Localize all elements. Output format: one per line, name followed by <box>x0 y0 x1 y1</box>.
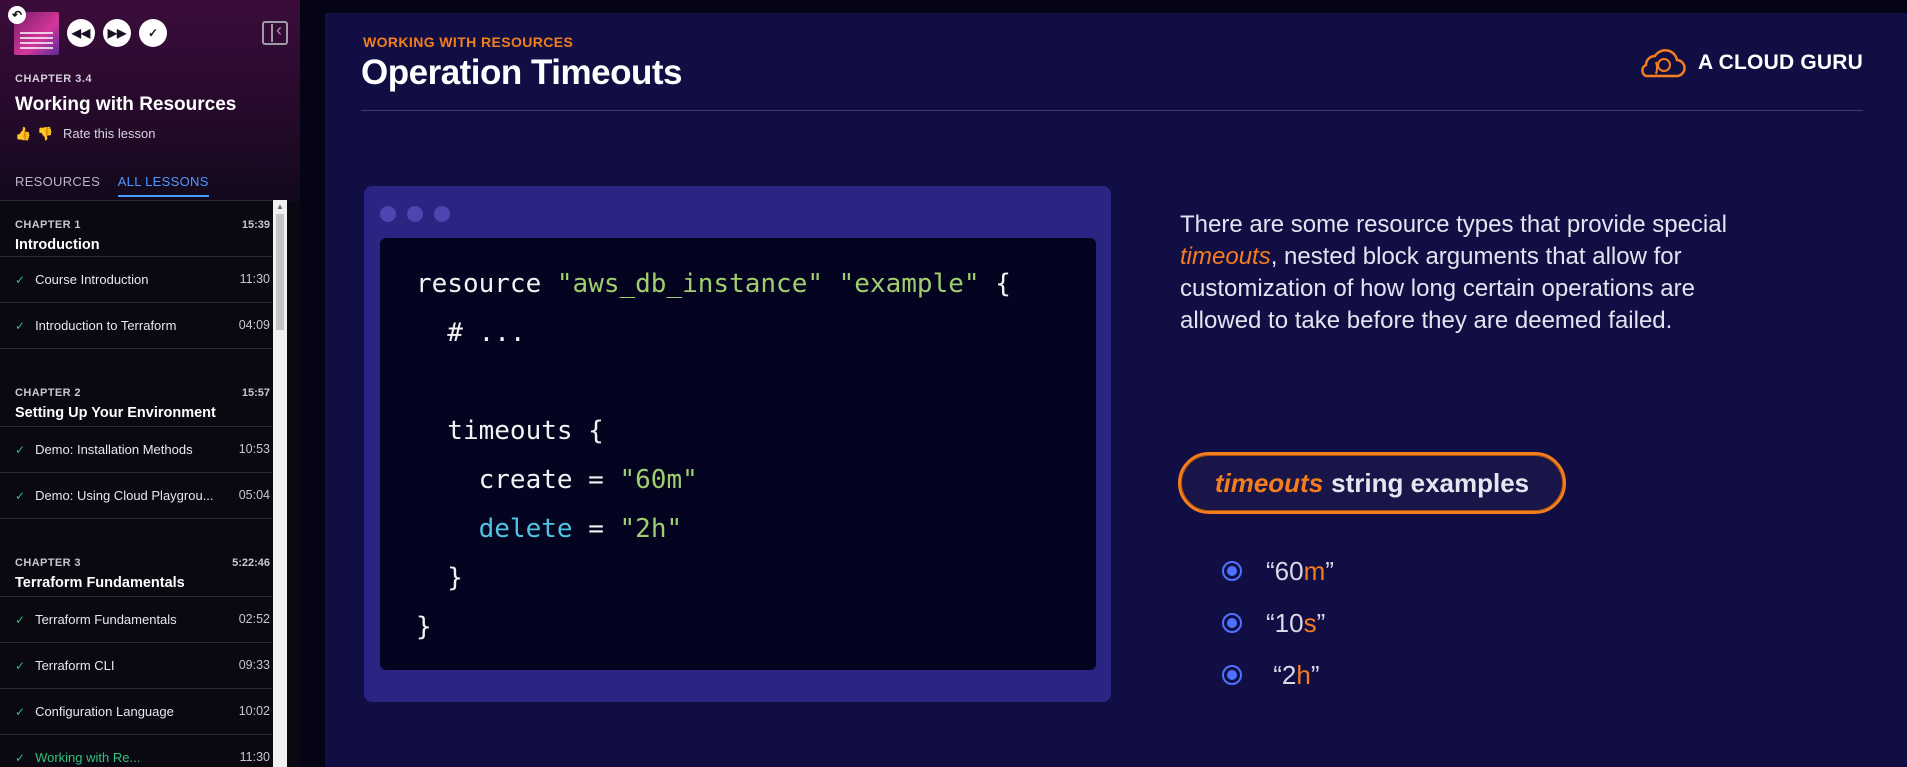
sidebar-header: ↶ ◀◀ ▶▶ ✓ CHAPTER 3.4 Working with Resou… <box>0 0 300 202</box>
completed-check-icon: ✓ <box>15 705 26 719</box>
code-block: resource "aws_db_instance" "example" { #… <box>380 238 1096 670</box>
bullet-icon <box>1222 665 1242 685</box>
course-sidebar: ↶ ◀◀ ▶▶ ✓ CHAPTER 3.4 Working with Resou… <box>0 0 300 767</box>
example-item: “60 m” <box>1222 545 1334 597</box>
window-dot <box>407 206 423 222</box>
examples-list: “60 m” “10 s” “2 h” <box>1222 545 1334 701</box>
completed-check-icon: ✓ <box>15 613 26 627</box>
completed-check-icon: ✓ <box>15 659 26 673</box>
brand-logo: A CLOUD GURU <box>1634 43 1863 83</box>
lesson-duration: 11:30 <box>239 272 270 286</box>
bullet-icon <box>1222 613 1242 633</box>
rewind-button[interactable]: ◀◀ <box>67 19 95 47</box>
completed-check-icon: ✓ <box>15 319 26 333</box>
slide-title: Operation Timeouts <box>361 53 682 92</box>
tab-all-lessons[interactable]: ALL LESSONS <box>117 174 209 197</box>
lesson-duration: 10:02 <box>238 704 270 718</box>
video-slide[interactable]: WORKING WITH RESOURCES Operation Timeout… <box>325 13 1907 767</box>
scroll-up-icon[interactable]: ▲ <box>276 202 284 211</box>
chapter-name: Terraform Fundamentals <box>15 575 185 591</box>
sidebar-tabs: RESOURCES ALL LESSONS <box>15 174 223 197</box>
code-line: create = "60m" <box>416 465 698 495</box>
slide-eyebrow: WORKING WITH RESOURCES <box>363 34 574 50</box>
example-item: “2 h” <box>1222 649 1334 701</box>
code-line: # ... <box>416 318 526 348</box>
lesson-title: Working with Re... <box>35 750 141 765</box>
chapter-header[interactable]: CHAPTER 2 15:57 Setting Up Your Environm… <box>0 377 272 427</box>
lesson-title: Terraform Fundamentals <box>35 612 177 627</box>
bullet-icon <box>1222 561 1242 581</box>
lesson-item[interactable]: ✓ Demo: Installation Methods 10:53 <box>0 427 272 473</box>
code-line: resource "aws_db_instance" "example" { <box>416 269 1011 299</box>
code-window: resource "aws_db_instance" "example" { #… <box>364 186 1111 702</box>
code-line: delete = "2h" <box>478 514 683 544</box>
thumbs-down-icon[interactable]: 👎 <box>37 126 53 142</box>
rate-lesson-label: Rate this lesson <box>63 126 156 141</box>
lesson-list: CHAPTER 1 15:39 Introduction ✓ Course Int… <box>0 200 272 767</box>
fast-forward-button[interactable]: ▶▶ <box>103 19 131 47</box>
lesson-title: Configuration Language <box>35 704 174 719</box>
lesson-duration: 10:53 <box>238 442 270 456</box>
lesson-duration: 02:52 <box>238 612 270 626</box>
lesson-duration: 09:33 <box>238 658 270 672</box>
chapter-duration: 15:57 <box>241 387 270 399</box>
checkmark-icon: ✓ <box>147 26 159 40</box>
chapter-name: Introduction <box>15 237 100 253</box>
chapter-header[interactable]: CHAPTER 3 5:22:46 Terraform Fundamentals <box>0 547 272 597</box>
code-line: } <box>416 612 432 642</box>
mark-complete-button[interactable]: ✓ <box>139 19 167 47</box>
lesson-title: Introduction to Terraform <box>35 318 177 333</box>
scrollbar-thumb[interactable] <box>276 214 284 330</box>
tab-resources[interactable]: RESOURCES <box>15 174 100 195</box>
lesson-title: Demo: Using Cloud Playgrou... <box>35 488 214 503</box>
lesson-item[interactable]: ✓ Terraform Fundamentals 02:52 <box>0 597 272 643</box>
window-dot <box>434 206 450 222</box>
examples-heading-pill: timeouts string examples <box>1178 452 1566 514</box>
thumbs-up-icon[interactable]: 👍 <box>15 126 31 142</box>
example-item: “10 s” <box>1222 597 1334 649</box>
completed-check-icon: ✓ <box>15 489 26 503</box>
lesson-duration: 05:04 <box>238 488 270 502</box>
completed-check-icon: ✓ <box>15 751 26 765</box>
lesson-title: Terraform CLI <box>35 658 115 673</box>
brand-name: A CLOUD GURU <box>1698 51 1863 74</box>
title-divider <box>361 110 1863 111</box>
current-lesson-title: Working with Resources <box>15 94 237 115</box>
rate-lesson-row: 👍 👎 Rate this lesson <box>15 126 156 142</box>
chapter-duration: 5:22:46 <box>232 557 270 569</box>
chapter-name: Setting Up Your Environment <box>15 405 216 421</box>
lesson-item[interactable]: ✓ Configuration Language 10:02 <box>0 689 272 735</box>
slide-description: There are some resource types that provi… <box>1180 211 1727 334</box>
lesson-item-current[interactable]: ✓ Working with Re... 11:30 <box>0 735 272 767</box>
lesson-title: Demo: Installation Methods <box>35 442 193 457</box>
lesson-item[interactable]: ✓ Demo: Using Cloud Playgrou... 05:04 <box>0 473 272 519</box>
chapter-label: CHAPTER 1 <box>15 219 81 231</box>
lesson-duration: 11:30 <box>239 750 270 764</box>
chapter-duration: 15:39 <box>241 219 270 231</box>
chapter-label: CHAPTER 2 <box>15 387 81 399</box>
lesson-item[interactable]: ✓ Terraform CLI 09:33 <box>0 643 272 689</box>
cloud-logo-icon <box>1641 49 1686 78</box>
lesson-duration: 04:09 <box>238 318 270 332</box>
fast-forward-icon: ▶▶ <box>107 26 127 40</box>
lesson-item[interactable]: ✓ Introduction to Terraform 04:09 <box>0 303 272 349</box>
rewind-icon: ◀◀ <box>71 26 91 40</box>
chapter-header[interactable]: CHAPTER 1 15:39 Introduction <box>0 201 272 257</box>
collapse-sidebar-icon[interactable] <box>262 20 288 45</box>
window-dot <box>380 206 396 222</box>
lesson-list-scrollbar[interactable]: ▲ <box>273 200 287 767</box>
completed-check-icon: ✓ <box>15 273 26 287</box>
code-line: timeouts { <box>416 416 604 446</box>
code-line: } <box>416 563 463 593</box>
back-arrow-icon[interactable]: ↶ <box>8 6 26 24</box>
lesson-item[interactable]: ✓ Course Introduction 11:30 <box>0 257 272 303</box>
completed-check-icon: ✓ <box>15 443 26 457</box>
lesson-title: Course Introduction <box>35 272 149 287</box>
current-chapter-tag: CHAPTER 3.4 <box>15 73 93 85</box>
